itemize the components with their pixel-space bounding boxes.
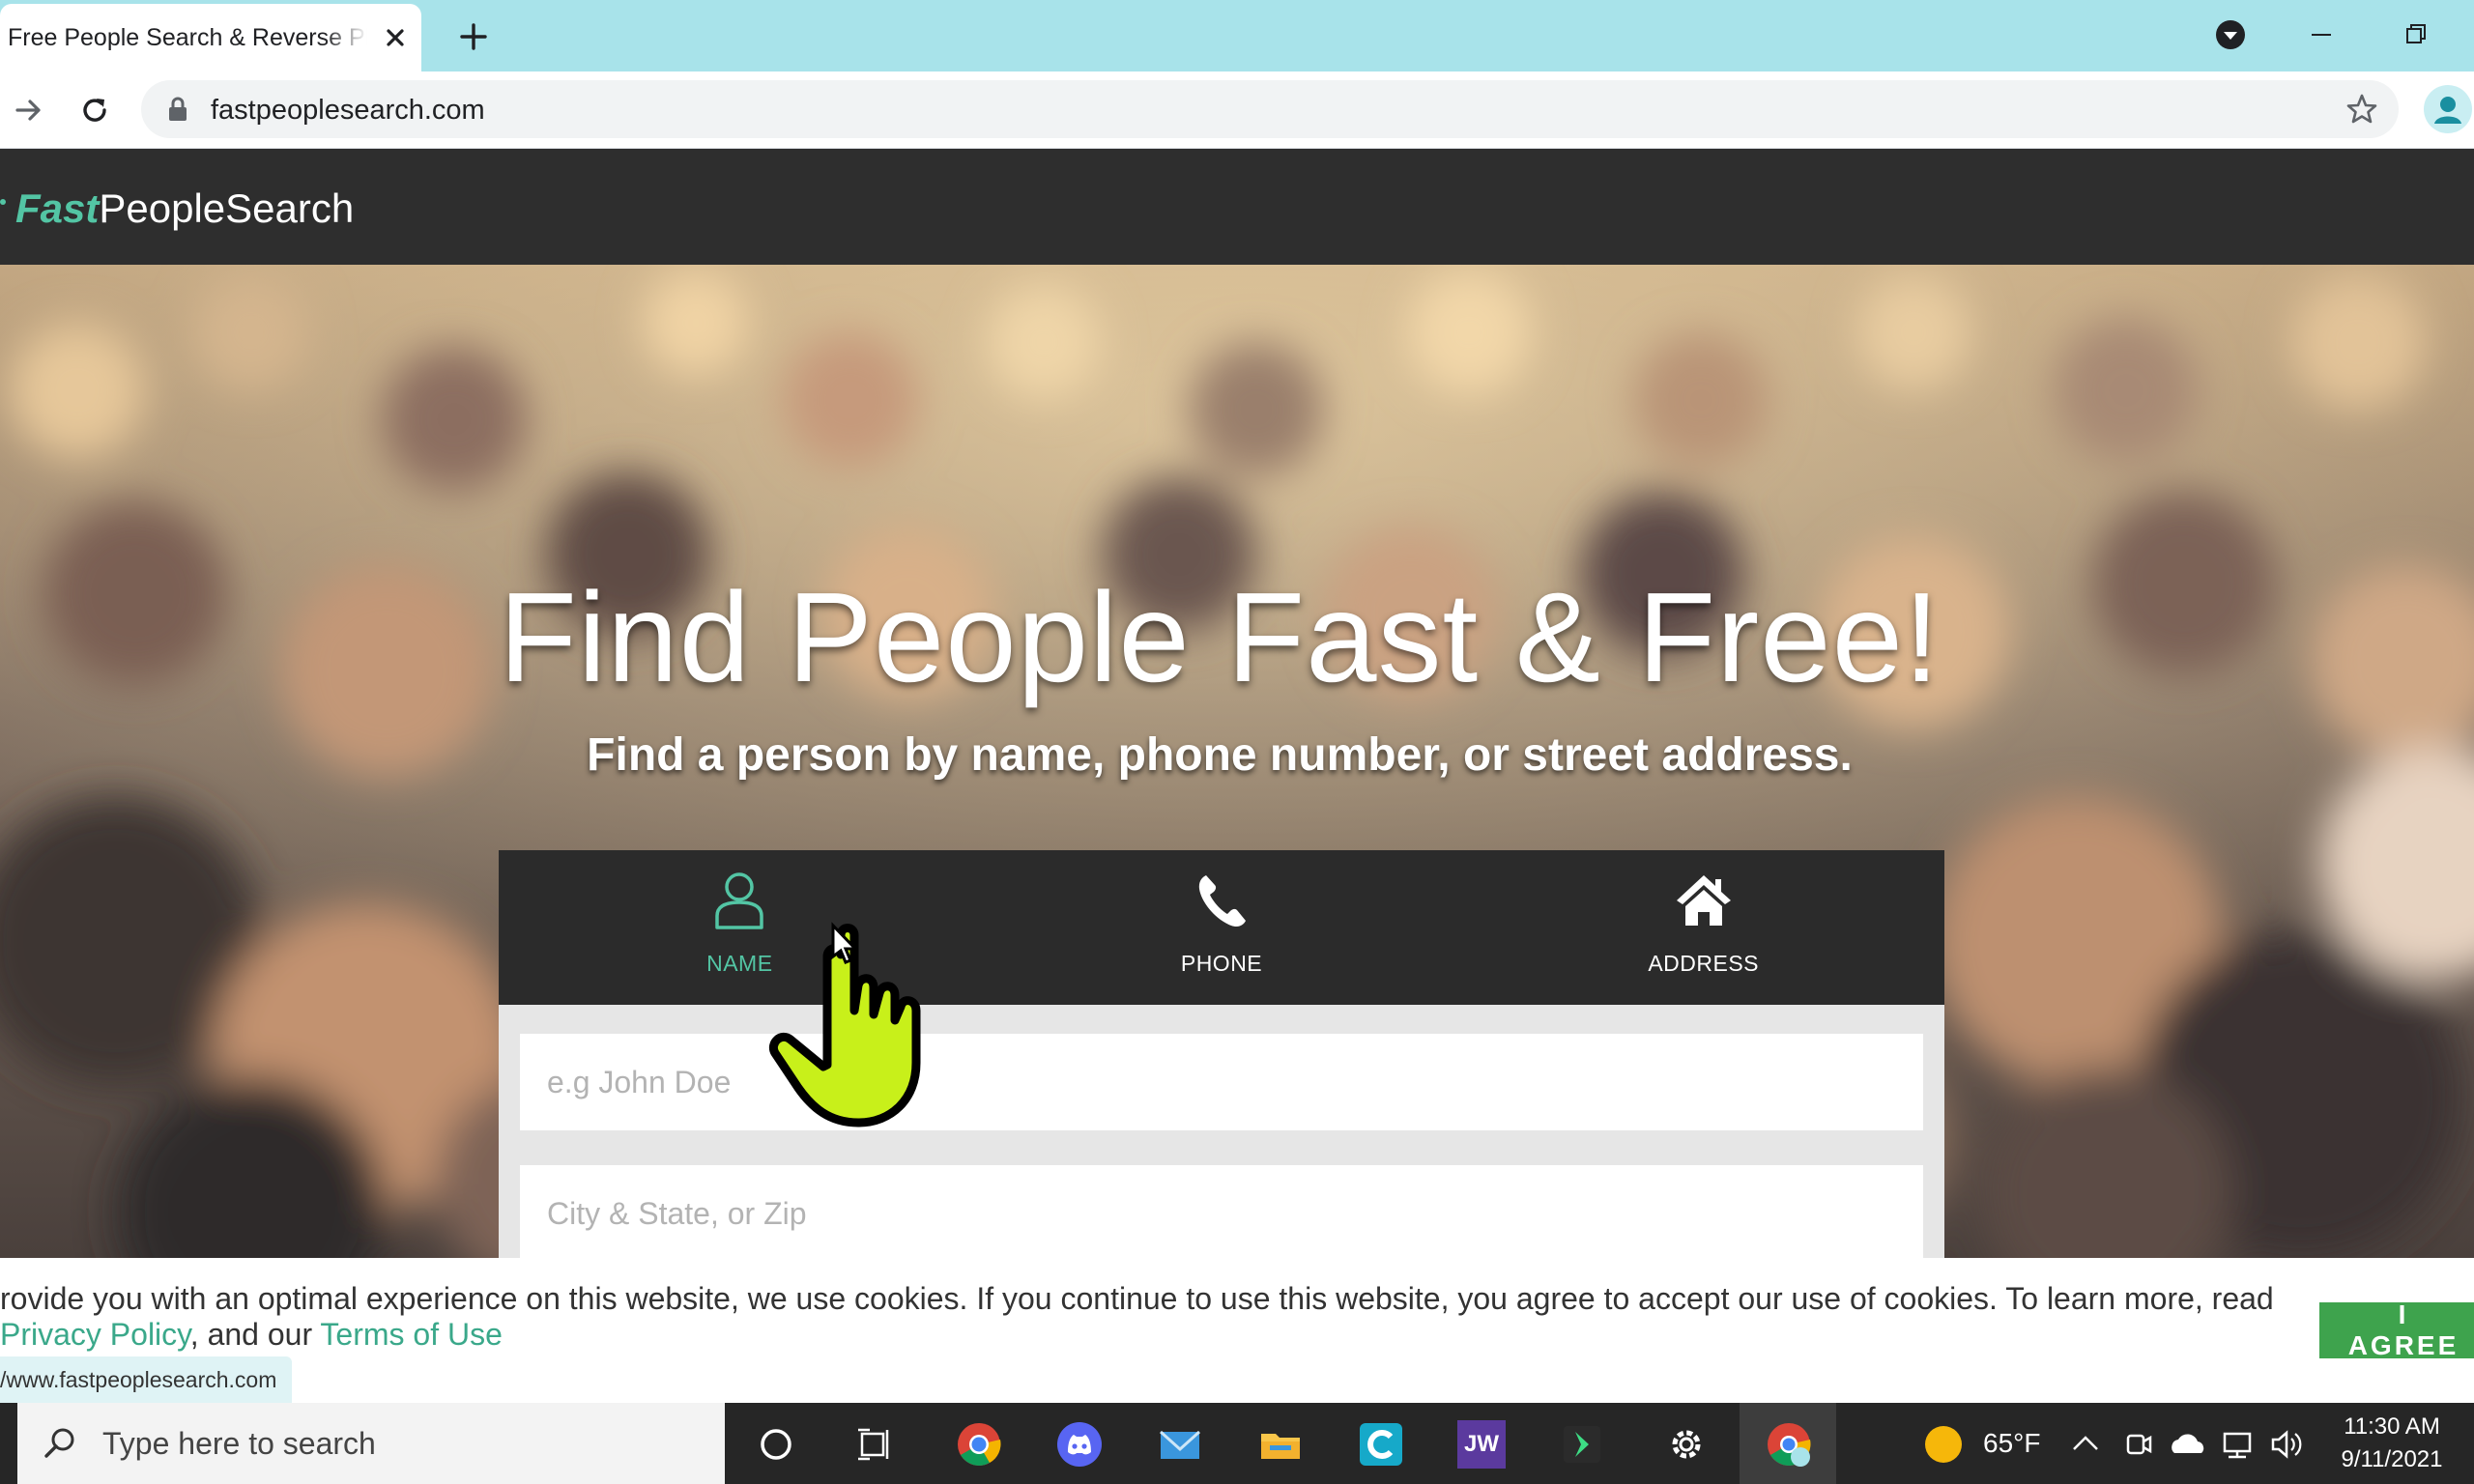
site-header: FastPeopleSearch xyxy=(0,149,2474,265)
cortana-icon[interactable] xyxy=(752,1420,800,1469)
address-bar[interactable]: fastpeoplesearch.com xyxy=(141,80,2399,138)
url-text[interactable]: fastpeoplesearch.com xyxy=(211,95,485,127)
tab-address[interactable]: ADDRESS xyxy=(1462,850,1944,1005)
cookie-message: rovide you with an optimal experience on… xyxy=(0,1281,2300,1353)
mail-icon[interactable] xyxy=(1156,1420,1204,1469)
hero-subtitle: Find a person by name, phone number, or … xyxy=(587,729,1853,781)
tab-search-icon[interactable] xyxy=(2213,17,2248,52)
windows-taskbar: Type here to search JW 65°F 11:30 AM 9/1… xyxy=(0,1403,2474,1484)
onedrive-cloud-icon[interactable] xyxy=(2167,1420,2209,1469)
agree-button[interactable]: I AGREE xyxy=(2319,1299,2474,1360)
cookie-banner: rovide you with an optimal experience on… xyxy=(0,1258,2474,1403)
tab-phone-label: PHONE xyxy=(1180,951,1263,976)
jw-icon[interactable]: JW xyxy=(1457,1420,1506,1469)
logo-fast: Fast xyxy=(15,186,100,231)
hero-title: Find People Fast & Free! xyxy=(499,566,1941,708)
search-icon xyxy=(44,1428,74,1458)
cookie-text-main: rovide you with an optimal experience on… xyxy=(0,1281,2274,1316)
lock-icon[interactable] xyxy=(166,96,189,123)
logo-rest: PeopleSearch xyxy=(99,186,355,231)
cookie-text-middle: , and our xyxy=(189,1317,321,1352)
search-form xyxy=(499,1005,1944,1258)
discord-icon[interactable] xyxy=(1055,1420,1104,1469)
close-tab-icon[interactable] xyxy=(381,23,410,52)
task-view-icon[interactable] xyxy=(850,1420,899,1469)
phone-icon xyxy=(1198,875,1246,928)
tab-title: Free People Search & Reverse Phone Looku… xyxy=(8,23,367,51)
browser-tab-strip: Free People Search & Reverse Phone Looku… xyxy=(0,0,2474,71)
settings-icon[interactable] xyxy=(1662,1420,1711,1469)
chevron-up-icon[interactable] xyxy=(2066,1420,2105,1469)
site-logo[interactable]: FastPeopleSearch xyxy=(15,186,354,232)
arrow-app-icon[interactable] xyxy=(1558,1420,1606,1469)
taskbar-search-placeholder: Type here to search xyxy=(102,1425,376,1461)
terms-of-use-link[interactable]: Terms of Use xyxy=(320,1317,502,1352)
minimize-icon[interactable] xyxy=(2304,17,2339,52)
logo-dot xyxy=(0,199,6,205)
clock-date: 9/11/2021 xyxy=(2341,1446,2443,1472)
chrome-profile-icon[interactable] xyxy=(1765,1420,1813,1469)
name-input[interactable] xyxy=(520,1034,1923,1130)
search-type-tabs: NAME PHONE ADDRESS xyxy=(499,850,1944,1005)
tab-name-label: NAME xyxy=(706,951,773,976)
status-bar-url: /www.fastpeoplesearch.com xyxy=(0,1356,293,1403)
browser-toolbar: fastpeoplesearch.com xyxy=(0,71,2474,149)
taskbar-search-box[interactable]: Type here to search xyxy=(17,1403,725,1484)
person-icon xyxy=(715,872,764,929)
browser-tab[interactable]: Free People Search & Reverse Phone Looku… xyxy=(0,4,421,71)
weather-temperature[interactable]: 65°F xyxy=(1983,1428,2040,1459)
tab-phone[interactable]: PHONE xyxy=(981,850,1463,1005)
network-icon[interactable] xyxy=(2219,1420,2261,1469)
forward-icon[interactable] xyxy=(10,91,48,129)
tab-address-label: ADDRESS xyxy=(1648,951,1760,976)
taskbar-clock[interactable]: 11:30 AM 9/11/2021 xyxy=(2319,1411,2464,1476)
privacy-policy-link[interactable]: Privacy Policy xyxy=(0,1317,190,1352)
clock-time: 11:30 AM xyxy=(2344,1413,2440,1440)
jw-icon-label: JW xyxy=(1464,1431,1499,1457)
file-explorer-icon[interactable] xyxy=(1256,1420,1305,1469)
profile-avatar[interactable] xyxy=(2424,85,2472,133)
volume-icon[interactable] xyxy=(2267,1420,2310,1469)
person-icon xyxy=(2434,97,2461,124)
chrome-icon[interactable] xyxy=(955,1420,1003,1469)
meet-now-icon[interactable] xyxy=(2118,1420,2157,1469)
hero-section: Find People Fast & Free! Find a person b… xyxy=(0,265,2474,1258)
bookmark-star-icon[interactable] xyxy=(2345,92,2379,127)
location-input[interactable] xyxy=(520,1165,1923,1258)
restore-icon[interactable] xyxy=(2399,17,2433,52)
new-tab-icon[interactable] xyxy=(456,19,491,54)
weather-sun-icon[interactable] xyxy=(1919,1420,1968,1469)
reload-icon[interactable] xyxy=(75,91,114,129)
hand-cursor-icon xyxy=(769,922,921,1127)
house-icon xyxy=(1676,875,1731,926)
c-app-icon[interactable] xyxy=(1357,1420,1405,1469)
